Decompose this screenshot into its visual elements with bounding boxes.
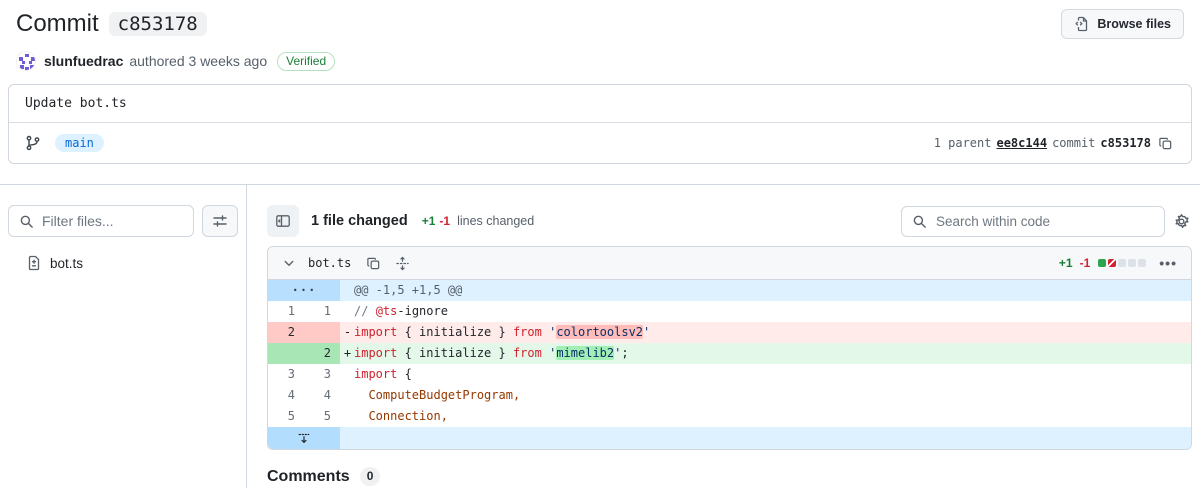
filter-files-input[interactable]	[40, 212, 183, 230]
avatar[interactable]	[16, 51, 36, 71]
diff-sign	[341, 406, 354, 427]
diff-sign	[341, 385, 354, 406]
diff-filename[interactable]: bot.ts	[308, 256, 351, 270]
file-deletions: -1	[1080, 256, 1091, 270]
branch-badge[interactable]: main	[55, 134, 104, 152]
author-name[interactable]: slunfuedrac	[44, 53, 123, 69]
sliders-icon	[212, 213, 228, 229]
file-name: bot.ts	[50, 256, 83, 271]
search-icon	[19, 214, 34, 229]
diff-line-hunk: ··· @@ -1,5 +1,5 @@	[268, 280, 1191, 301]
line-number-new[interactable]: 2	[304, 343, 340, 364]
code-content: // @ts-ignore	[340, 301, 1191, 322]
line-number-old[interactable]: 2	[268, 322, 304, 343]
toggle-file-tree-button[interactable]	[267, 205, 299, 237]
search-icon	[912, 214, 927, 229]
authored-text: authored 3 weeks ago	[129, 53, 267, 69]
line-number-old[interactable]: 3	[268, 364, 304, 385]
file-tree-item-bot-ts[interactable]: bot.ts	[8, 249, 238, 277]
git-branch-icon	[25, 135, 41, 151]
browse-files-button[interactable]: Browse files	[1061, 9, 1184, 39]
comments-count-badge: 0	[360, 467, 381, 486]
line-number-old[interactable]	[268, 343, 304, 364]
commit-label: commit	[1052, 136, 1095, 150]
diffstat-square-add	[1098, 259, 1106, 267]
files-changed-label: 1 file changed	[311, 213, 408, 229]
diff-settings-button[interactable]	[1171, 211, 1192, 232]
copy-file-path-button[interactable]	[361, 253, 386, 274]
line-number-new[interactable]: 3	[304, 364, 340, 385]
diff-sign	[341, 364, 354, 385]
file-additions: +1	[1059, 256, 1073, 270]
comments-title: Comments	[267, 468, 350, 486]
line-number-new[interactable]: 5	[304, 406, 340, 427]
line-number-old[interactable]: 5	[268, 406, 304, 427]
copy-icon	[366, 256, 381, 271]
line-number-new[interactable]: 1	[304, 301, 340, 322]
line-number-new[interactable]: 4	[304, 385, 340, 406]
diff-line-context: 44 ComputeBudgetProgram,	[268, 385, 1191, 406]
file-tree-sidebar: bot.ts	[0, 185, 247, 488]
code-content	[340, 427, 1191, 449]
hunk-gutter[interactable]: ···	[268, 280, 340, 301]
search-within-code-field[interactable]	[901, 206, 1165, 237]
expand-down-button[interactable]	[268, 427, 340, 449]
chevron-down-icon	[283, 257, 295, 269]
code-content: import {	[340, 364, 1191, 385]
diffstat-square-del	[1108, 259, 1116, 267]
lines-changed-label: lines changed	[457, 214, 534, 228]
expand-all-button[interactable]	[390, 253, 415, 274]
line-number-old[interactable]: 4	[268, 385, 304, 406]
copy-commit-hash-button[interactable]	[1156, 134, 1175, 153]
verified-badge[interactable]: Verified	[277, 52, 335, 71]
file-code-icon	[1074, 16, 1090, 32]
diff-panel: bot.ts	[267, 246, 1192, 450]
commit-hash-chip: c853178	[109, 12, 207, 36]
sidebar-panel-icon	[275, 213, 291, 229]
unfold-icon	[395, 256, 410, 271]
code-content: -import { initialize } from 'colortoolsv…	[340, 322, 1191, 343]
line-number-old[interactable]: 1	[268, 301, 304, 322]
code-content: +import { initialize } from 'mimelib2';	[340, 343, 1191, 364]
diff-body: ··· @@ -1,5 +1,5 @@11 // @ts-ignore2-imp…	[268, 280, 1191, 449]
file-tree: bot.ts	[8, 249, 238, 277]
commit-message: Update bot.ts	[9, 85, 1191, 123]
diff-sign	[341, 301, 354, 322]
parent-hash-link[interactable]: ee8c144	[996, 136, 1047, 150]
diff-main: 1 file changed +1 -1 lines changed	[247, 185, 1200, 488]
diffstat-blocks	[1098, 259, 1146, 267]
file-filter-options-button[interactable]	[202, 205, 238, 237]
diff-sign: +	[341, 343, 354, 364]
page-title: Commit	[16, 10, 99, 38]
browse-files-label: Browse files	[1097, 17, 1171, 31]
filter-files-field[interactable]	[8, 205, 194, 237]
gear-icon	[1173, 213, 1190, 230]
diffstat-square-neutral	[1138, 259, 1146, 267]
code-content: ComputeBudgetProgram,	[340, 385, 1191, 406]
commit-header: Commit c853178 Browse files	[0, 0, 1200, 72]
collapse-file-button[interactable]	[278, 254, 300, 272]
diffstat-square-neutral	[1128, 259, 1136, 267]
commit-hash: c853178	[1100, 136, 1151, 150]
diff-line-expand	[268, 427, 1191, 449]
diff-line-context: 55 Connection,	[268, 406, 1191, 427]
line-number-new[interactable]	[304, 322, 340, 343]
diff-line-del: 2 -import { initialize } from 'colortools…	[268, 322, 1191, 343]
diff-line-context: 11 // @ts-ignore	[268, 301, 1191, 322]
diff-line-context: 33 import {	[268, 364, 1191, 385]
parent-label: 1 parent	[934, 136, 992, 150]
file-diff-icon	[26, 255, 42, 271]
diff-file-header: bot.ts	[268, 247, 1191, 280]
search-within-code-input[interactable]	[934, 213, 1154, 230]
additions-count: +1	[422, 214, 436, 228]
file-options-kebab-button[interactable]: •••	[1155, 255, 1181, 271]
diff-line-add: 2+import { initialize } from 'mimelib2';	[268, 343, 1191, 364]
deletions-count: -1	[439, 214, 450, 228]
diffstat-square-neutral	[1118, 259, 1126, 267]
code-content: Connection,	[340, 406, 1191, 427]
commit-box: Update bot.ts main 1 parent ee8c144 comm…	[8, 84, 1192, 164]
diff-sign: -	[341, 322, 354, 343]
code-content: @@ -1,5 +1,5 @@	[340, 280, 1191, 301]
